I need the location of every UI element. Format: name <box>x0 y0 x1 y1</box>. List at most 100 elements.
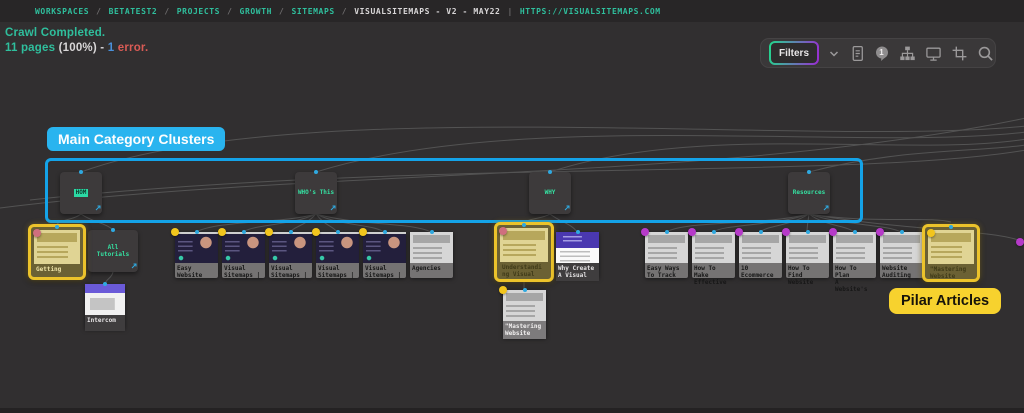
open-link-icon[interactable] <box>330 205 336 214</box>
pink-status-dot <box>499 227 507 235</box>
page-thumbnail <box>175 232 218 263</box>
connector-lines <box>0 0 1024 413</box>
page-card[interactable]: How To FindWebsite <box>786 232 829 278</box>
page-thumbnail <box>880 232 923 263</box>
yellow-status-dot <box>359 228 367 236</box>
page-card[interactable]: VisualSitemaps | <box>316 232 359 278</box>
page-card[interactable]: 10Ecommerce <box>739 232 782 278</box>
page-card[interactable]: How To MakeEffective <box>692 232 735 278</box>
connector-dot <box>522 223 526 227</box>
page-thumbnail <box>222 232 265 263</box>
page-thumbnail <box>85 284 125 315</box>
card-label: 10Ecommerce <box>739 263 782 281</box>
connector-dot <box>79 170 83 174</box>
sitemap-node[interactable]: AllTutorials <box>88 230 138 272</box>
yellow-status-dot <box>218 228 226 236</box>
page-card[interactable]: Intercom <box>85 284 125 329</box>
card-label: VisualSitemaps | <box>363 263 406 281</box>
yellow-status-dot <box>499 286 507 294</box>
connector-dot <box>759 230 763 234</box>
connector-dot <box>195 230 199 234</box>
yellow-status-dot <box>265 228 273 236</box>
node-label: AllTutorials <box>97 244 130 259</box>
connector-dot <box>853 230 857 234</box>
connector-dot <box>523 288 527 292</box>
connector-dot <box>900 230 904 234</box>
connector-dot <box>430 230 434 234</box>
page-card[interactable]: Understanding Visual <box>494 222 554 282</box>
card-label: EasyWebsite <box>175 263 218 281</box>
purple-status-dot <box>1016 238 1024 246</box>
page-card[interactable]: "MasteringWebsite <box>503 290 546 338</box>
node-label: WHY <box>545 189 556 197</box>
sitemap-node[interactable]: WHO's This <box>295 172 337 214</box>
connector-dot <box>242 230 246 234</box>
page-card[interactable]: VisualSitemaps | <box>269 232 312 278</box>
page-thumbnail <box>739 232 782 263</box>
node-label: Resources <box>793 189 826 197</box>
page-card[interactable]: EasyWebsite <box>175 232 218 278</box>
connector-dot <box>55 225 59 229</box>
page-thumbnail <box>692 232 735 263</box>
page-card[interactable]: WebsiteAuditing <box>880 232 923 278</box>
connector-dot <box>103 282 107 286</box>
open-link-icon[interactable] <box>95 205 101 214</box>
page-thumbnail <box>363 232 406 263</box>
page-thumbnail <box>34 230 80 264</box>
page-card[interactable]: VisualSitemaps | <box>363 232 406 278</box>
card-label: How To PlanA Website's <box>833 263 876 295</box>
card-label: "MasteringWebsite <box>503 321 546 339</box>
card-label: WebsiteAuditing <box>880 263 923 281</box>
page-thumbnail <box>316 232 359 263</box>
card-label: Easy WaysTo Track <box>645 263 688 281</box>
purple-status-dot <box>876 228 884 236</box>
yellow-status-dot <box>171 228 179 236</box>
page-card[interactable]: "MasteringWebsite <box>922 224 980 282</box>
connector-dot <box>576 230 580 234</box>
card-label: Why CreateA Visual <box>556 263 599 281</box>
pilar-articles-annotation[interactable]: Pilar Articles <box>889 288 1001 314</box>
page-thumbnail <box>500 228 548 262</box>
card-label: Getting <box>34 264 80 280</box>
page-thumbnail <box>269 232 312 263</box>
connector-dot <box>949 225 953 229</box>
purple-status-dot <box>641 228 649 236</box>
page-card[interactable]: How To PlanA Website's <box>833 232 876 278</box>
page-thumbnail <box>786 232 829 263</box>
yellow-status-dot <box>927 229 935 237</box>
page-card[interactable]: Agencies <box>410 232 453 278</box>
page-thumbnail <box>503 290 546 321</box>
card-label: VisualSitemaps | <box>269 263 312 281</box>
page-thumbnail <box>833 232 876 263</box>
visualsitemaps-app: WORKSPACES / BETATEST2 / PROJECTS / GROW… <box>0 0 1024 413</box>
card-label: How To FindWebsite <box>786 263 829 288</box>
page-card[interactable]: Why CreateA Visual <box>556 232 599 278</box>
connector-dot <box>336 230 340 234</box>
page-card[interactable]: Getting <box>28 224 86 280</box>
purple-status-dot <box>782 228 790 236</box>
main-category-clusters-annotation[interactable]: Main Category Clusters <box>47 127 225 151</box>
card-label: "MasteringWebsite <box>928 264 974 282</box>
sitemap-node[interactable]: Resources <box>788 172 830 214</box>
connector-dot <box>806 230 810 234</box>
purple-status-dot <box>829 228 837 236</box>
page-card[interactable]: VisualSitemaps | <box>222 232 265 278</box>
connector-dot <box>383 230 387 234</box>
page-thumbnail <box>410 232 453 263</box>
connector-dot <box>712 230 716 234</box>
open-link-icon[interactable] <box>131 263 137 272</box>
card-label: VisualSitemaps | <box>316 263 359 281</box>
open-link-icon[interactable] <box>823 205 829 214</box>
card-label: Understanding Visual <box>500 262 548 280</box>
purple-status-dot <box>688 228 696 236</box>
open-link-icon[interactable] <box>564 205 570 214</box>
page-thumbnail <box>645 232 688 263</box>
purple-status-dot <box>735 228 743 236</box>
node-label: HOM <box>74 189 89 197</box>
connector-dot <box>548 170 552 174</box>
page-card[interactable]: Easy WaysTo Track <box>645 232 688 278</box>
sitemap-node[interactable]: WHY <box>529 172 571 214</box>
card-label: Agencies <box>410 263 453 279</box>
sitemap-node[interactable]: HOM <box>60 172 102 214</box>
card-label: How To MakeEffective <box>692 263 735 288</box>
